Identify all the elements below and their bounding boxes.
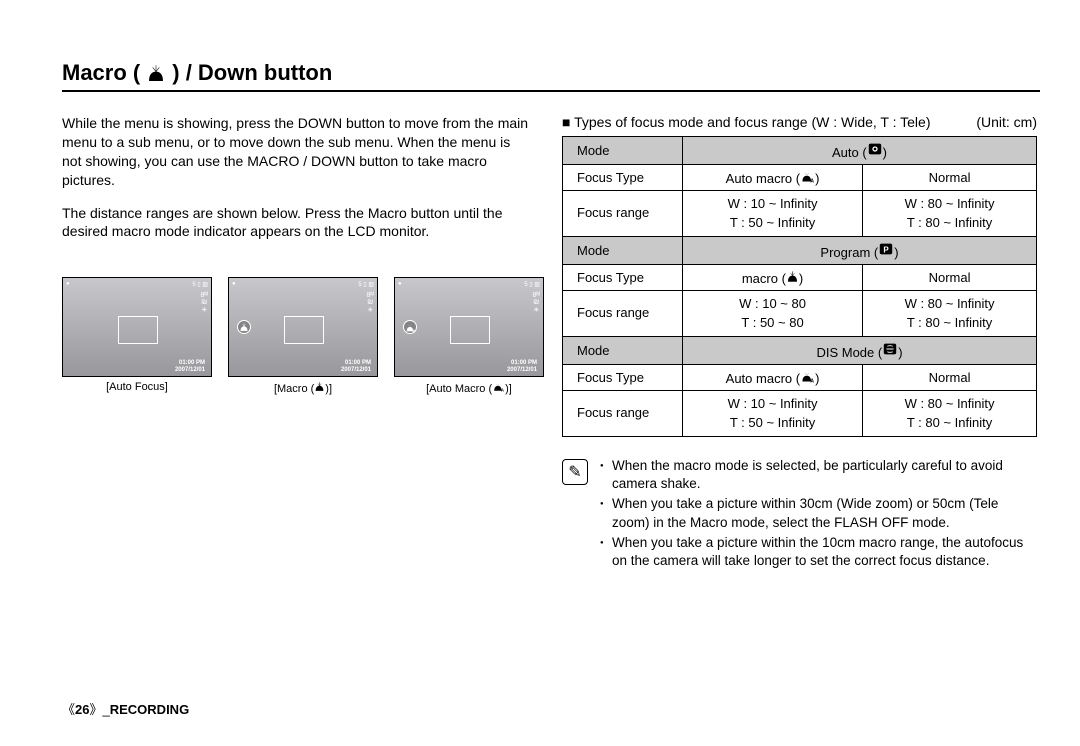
row-mode: Mode	[563, 137, 683, 165]
page-title: Macro ( ) / Down button	[62, 60, 1040, 92]
right-column: ■ Types of focus mode and focus range (W…	[562, 114, 1037, 572]
auto-macro-icon	[800, 370, 815, 383]
mode-auto: Auto ()	[683, 137, 1037, 165]
macro-icon	[786, 270, 799, 283]
note-icon: ✎	[562, 459, 588, 485]
lcd-auto-focus: ●5 ▯ ▥ 8ᴹ ₪ ☀ 01:00 PM2007/12/01	[62, 277, 212, 377]
auto-macro-icon	[800, 170, 815, 183]
mode-program: Program ()	[683, 237, 1037, 265]
cell-range: W : 10 ~ 80 T : 50 ~ 80	[683, 291, 863, 337]
unit-label: (Unit: cm)	[976, 114, 1037, 130]
paragraph-2: The distance ranges are shown below. Pre…	[62, 204, 532, 242]
row-focus-type: Focus Type	[563, 265, 683, 291]
cell-normal: Normal	[863, 265, 1037, 291]
row-mode: Mode	[563, 237, 683, 265]
lcd-auto-macro: ●5 ▯ ▥ 8ᴹ ₪ ☀ 01:00 PM2007/12/01	[394, 277, 544, 377]
cell-normal: Normal	[863, 365, 1037, 391]
cell-range: W : 10 ~ Inﬁnity T : 50 ~ Inﬁnity	[683, 391, 863, 437]
caption-macro: [Macro ()]	[228, 381, 378, 395]
caption-auto-focus: [Auto Focus]	[62, 381, 212, 393]
row-focus-range: Focus range	[563, 291, 683, 337]
page-footer: 《26》_RECORDING	[62, 699, 189, 718]
cell-range: W : 80 ~ Inﬁnity T : 80 ~ Inﬁnity	[863, 391, 1037, 437]
table-heading: ■ Types of focus mode and focus range (W…	[562, 114, 1037, 130]
note-item: When you take a picture within the 10cm …	[600, 534, 1037, 570]
row-focus-type: Focus Type	[563, 165, 683, 191]
caption-auto-macro: [Auto Macro ()]	[394, 381, 544, 395]
macro-icon	[237, 320, 251, 334]
row-focus-range: Focus range	[563, 391, 683, 437]
title-pre: Macro (	[62, 60, 140, 86]
cell-range: W : 80 ~ Inﬁnity T : 80 ~ Inﬁnity	[863, 191, 1037, 237]
cell-macro: macro ()	[683, 265, 863, 291]
auto-macro-icon	[492, 381, 505, 392]
auto-macro-icon	[403, 320, 417, 334]
row-focus-type: Focus Type	[563, 365, 683, 391]
lcd-macro: ●5 ▯ ▥ 8ᴹ ₪ ☀ 01:00 PM2007/12/01	[228, 277, 378, 377]
program-mode-icon	[878, 241, 894, 257]
macro-icon	[314, 381, 325, 392]
cell-auto-macro: Auto macro ()	[683, 365, 863, 391]
note-item: When you take a picture within 30cm (Wid…	[600, 495, 1037, 531]
cell-range: W : 80 ~ Inﬁnity T : 80 ~ Inﬁnity	[863, 291, 1037, 337]
dis-mode-icon	[882, 341, 898, 357]
row-mode: Mode	[563, 337, 683, 365]
left-column: While the menu is showing, press the DOW…	[62, 114, 532, 572]
cell-auto-macro: Auto macro ()	[683, 165, 863, 191]
note-item: When the macro mode is selected, be part…	[600, 457, 1037, 493]
title-post: ) / Down button	[172, 60, 332, 86]
auto-mode-icon	[867, 141, 883, 157]
note-box: ✎ When the macro mode is selected, be pa…	[562, 457, 1037, 572]
row-focus-range: Focus range	[563, 191, 683, 237]
screenshot-row: ●5 ▯ ▥ 8ᴹ ₪ ☀ 01:00 PM2007/12/01 [Auto F…	[62, 277, 532, 395]
cell-normal: Normal	[863, 165, 1037, 191]
mode-dis: DIS Mode ()	[683, 337, 1037, 365]
macro-icon	[146, 63, 166, 83]
cell-range: W : 10 ~ Inﬁnity T : 50 ~ Inﬁnity	[683, 191, 863, 237]
paragraph-1: While the menu is showing, press the DOW…	[62, 114, 532, 190]
focus-range-table: Mode Auto () Focus Type Auto macro () No…	[562, 136, 1037, 437]
